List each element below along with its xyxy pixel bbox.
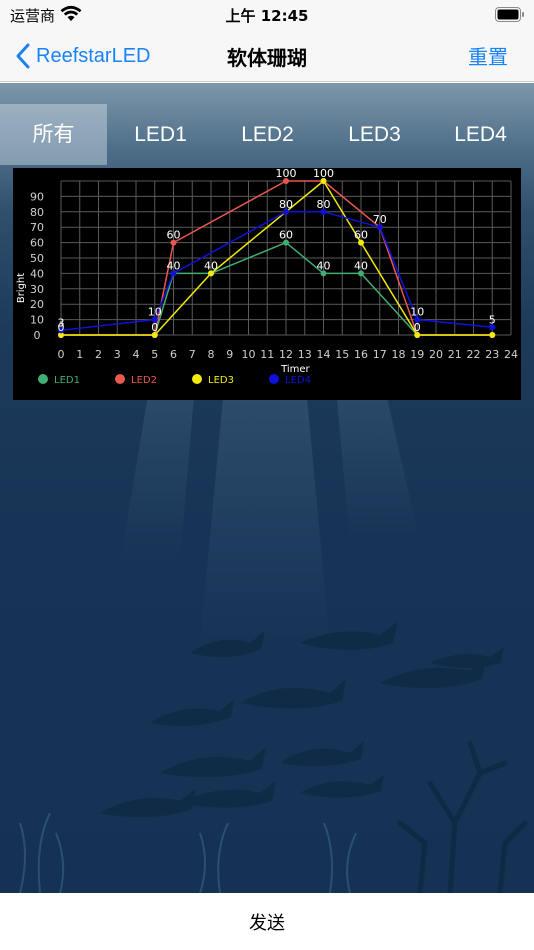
x-tick-label: 4 bbox=[133, 348, 140, 361]
x-tick-label: 13 bbox=[298, 348, 312, 361]
data-label: 80 bbox=[317, 198, 331, 211]
legend-marker-led4 bbox=[269, 374, 279, 384]
data-label: 10 bbox=[148, 306, 162, 319]
brightness-chart[interactable]: 0 10 20 30 40 50 60 70 80 90 0 1 2 3 4 5 6 7 8 9 10 11 12 13 14 1… bbox=[13, 168, 521, 400]
legend-label-led2: LED2 bbox=[131, 375, 157, 386]
x-tick-label: 9 bbox=[226, 348, 233, 361]
y-tick-label: 10 bbox=[30, 314, 44, 327]
x-tick-label: 22 bbox=[467, 348, 481, 361]
back-label: ReefstarLED bbox=[36, 44, 151, 67]
back-button[interactable]: ReefstarLED bbox=[14, 41, 151, 71]
x-tick-label: 14 bbox=[317, 348, 331, 361]
y-tick-label: 60 bbox=[30, 237, 44, 250]
channel-tab-bar: 所有 LED1 LED2 LED3 LED4 bbox=[0, 104, 534, 165]
data-label: 40 bbox=[204, 259, 218, 272]
battery-icon bbox=[495, 7, 524, 22]
data-label: 100 bbox=[313, 168, 334, 180]
x-tick-label: 19 bbox=[410, 348, 424, 361]
tab-led4[interactable]: LED4 bbox=[427, 104, 534, 165]
y-axis-title: Bright bbox=[16, 273, 27, 303]
x-tick-label: 15 bbox=[335, 348, 349, 361]
chevron-left-icon bbox=[16, 43, 30, 69]
clock: 上午 12:45 bbox=[225, 7, 309, 25]
x-tick-label: 18 bbox=[392, 348, 406, 361]
y-tick-label: 40 bbox=[30, 267, 44, 280]
data-label: 40 bbox=[167, 259, 181, 272]
x-tick-label: 7 bbox=[189, 348, 196, 361]
x-tick-label: 23 bbox=[485, 348, 499, 361]
data-label: 40 bbox=[317, 259, 331, 272]
data-label: 80 bbox=[279, 198, 293, 211]
x-tick-label: 8 bbox=[208, 348, 215, 361]
tab-led2[interactable]: LED2 bbox=[214, 104, 321, 165]
data-label: 0 bbox=[414, 321, 421, 334]
x-tick-label: 12 bbox=[279, 348, 293, 361]
series-line-led4 bbox=[60, 211, 493, 332]
y-tick-label: 0 bbox=[34, 329, 41, 342]
data-label: 40 bbox=[354, 259, 368, 272]
legend-marker-led3 bbox=[192, 374, 202, 384]
x-axis-title: Timer bbox=[280, 364, 310, 375]
data-label: 0 bbox=[151, 321, 158, 334]
x-tick-label: 5 bbox=[151, 348, 158, 361]
tab-led1[interactable]: LED1 bbox=[107, 104, 214, 165]
x-tick-label: 16 bbox=[354, 348, 368, 361]
legend-marker-led2 bbox=[115, 374, 125, 384]
x-tick-label: 6 bbox=[170, 348, 177, 361]
y-tick-label: 80 bbox=[30, 206, 44, 219]
x-tick-label: 17 bbox=[373, 348, 387, 361]
y-tick-label: 70 bbox=[30, 221, 44, 234]
send-button[interactable]: 发送 bbox=[0, 909, 534, 935]
data-point-led3 bbox=[489, 332, 496, 338]
chart-canvas: 01020304050607080900 1 2 3 4 5 6 7 8 9 10 11 12 13 14 1… bbox=[16, 168, 518, 386]
legend-label-led4: LED4 bbox=[285, 375, 311, 386]
navigation-bar: ReefstarLED 软体珊瑚 重置 bbox=[0, 30, 534, 82]
x-tick-label: 21 bbox=[448, 348, 462, 361]
legend-marker-led1 bbox=[38, 374, 48, 384]
y-tick-label: 20 bbox=[30, 298, 44, 311]
legend-label-led1: LED1 bbox=[54, 375, 80, 386]
reset-button[interactable]: 重置 bbox=[468, 41, 508, 70]
data-label: 60 bbox=[279, 229, 293, 242]
data-label: 60 bbox=[354, 229, 368, 242]
content-area: 所有 LED1 LED2 LED3 LED4 0 10 20 30 40 50 60 70 80… bbox=[0, 83, 534, 893]
x-tick-label: 24 bbox=[504, 348, 518, 361]
x-tick-label: 3 bbox=[114, 348, 121, 361]
x-tick-label: 0 bbox=[58, 348, 65, 361]
y-tick-label: 30 bbox=[30, 283, 44, 296]
data-label: 70 bbox=[373, 213, 387, 226]
data-label: 5 bbox=[489, 313, 496, 326]
data-label: 0 bbox=[58, 321, 65, 334]
tab-led3[interactable]: LED3 bbox=[321, 104, 428, 165]
status-bar: 运营商 上午 12:45 bbox=[0, 0, 534, 30]
y-tick-label: 90 bbox=[30, 190, 44, 203]
x-tick-label: 2 bbox=[95, 348, 102, 361]
data-label: 10 bbox=[410, 306, 424, 319]
send-bar: 发送 bbox=[0, 893, 534, 950]
data-label: 100 bbox=[276, 168, 297, 180]
y-tick-label: 50 bbox=[30, 252, 44, 265]
legend-label-led3: LED3 bbox=[208, 375, 234, 386]
x-tick-label: 1 bbox=[76, 348, 83, 361]
x-tick-label: 10 bbox=[242, 348, 256, 361]
x-tick-label: 11 bbox=[260, 348, 274, 361]
tab-all[interactable]: 所有 bbox=[0, 104, 107, 165]
data-label: 60 bbox=[167, 229, 181, 242]
x-tick-label: 20 bbox=[429, 348, 443, 361]
